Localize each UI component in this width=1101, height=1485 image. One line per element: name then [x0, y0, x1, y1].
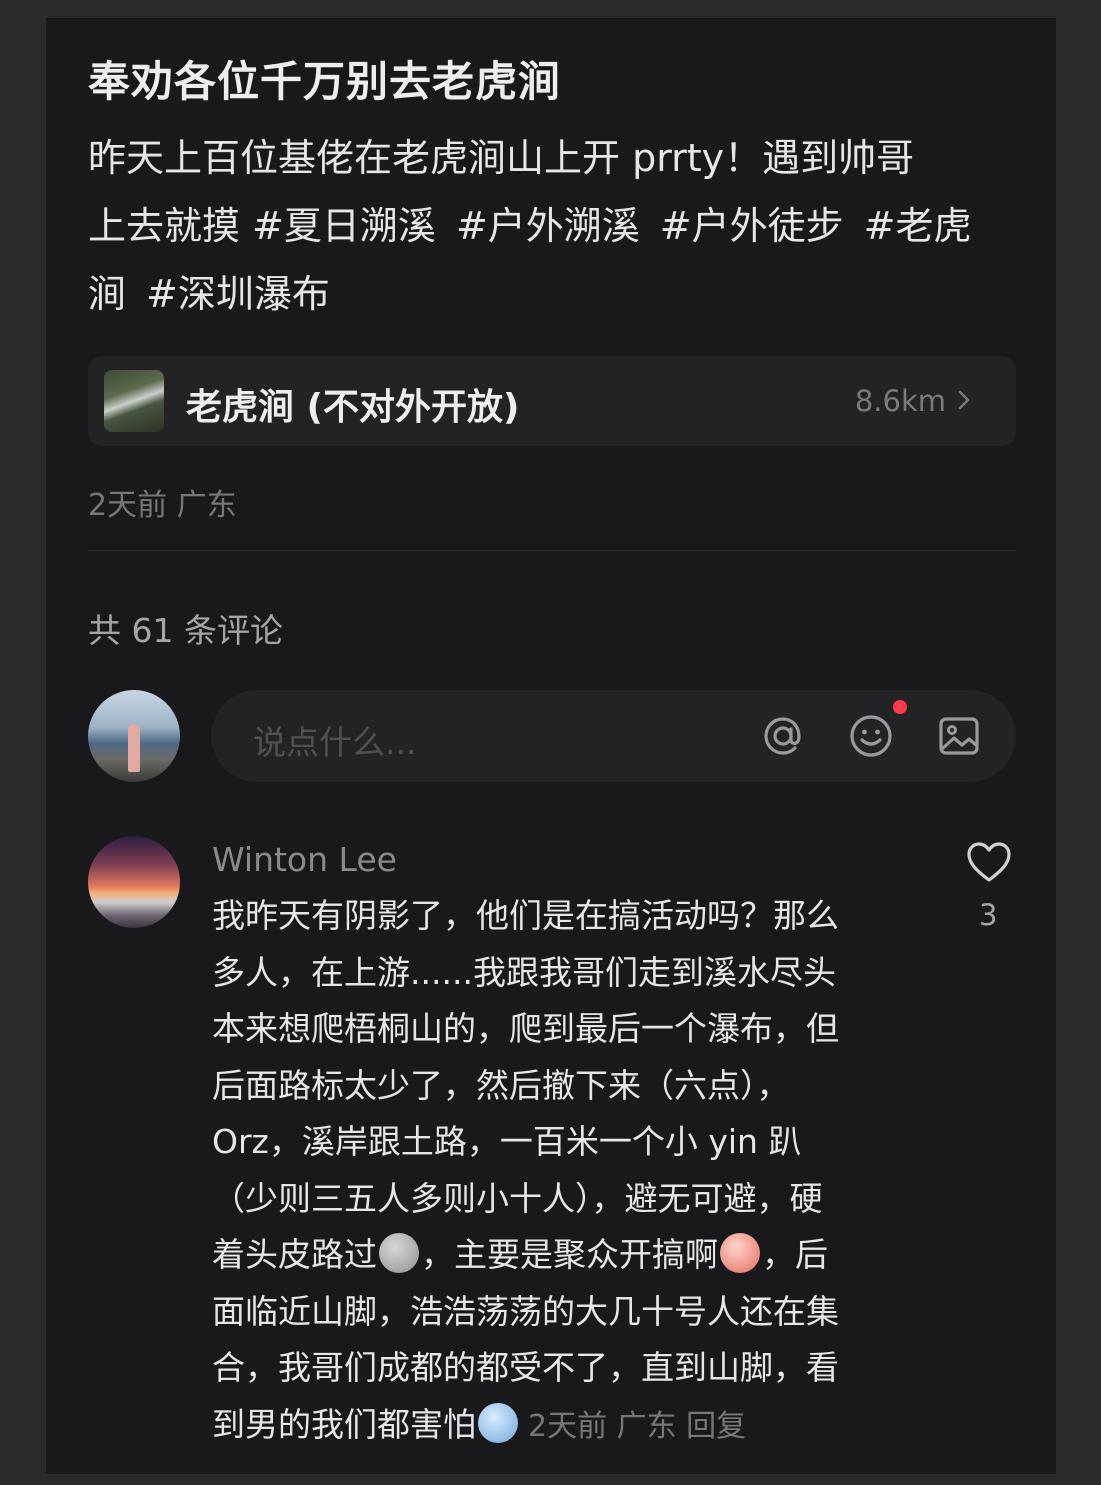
- hashtag-link[interactable]: #深圳瀑布: [146, 272, 330, 316]
- hashtag-link[interactable]: #户外徒步: [660, 204, 844, 248]
- comment-author[interactable]: Winton Lee: [212, 840, 397, 879]
- comment-line: 多人，在上游......我跟我哥们走到溪水尽头: [212, 952, 836, 992]
- location-card[interactable]: 老虎涧 (不对外开放) 8.6km: [88, 356, 1016, 446]
- crying-emoji-icon: [720, 1233, 760, 1273]
- avatar-figure: [128, 724, 140, 772]
- comment-count: 共 61 条评论: [88, 611, 283, 650]
- location-distance: 8.6km: [854, 384, 946, 418]
- comment-text-segment: ，后: [762, 1235, 828, 1274]
- comment-input-placeholder: 说点什么...: [253, 723, 417, 762]
- comment-line: Orz，溪岸跟土路，一百米一个小 yin 趴: [212, 1122, 802, 1161]
- divider: [88, 550, 1016, 551]
- hashtag-link[interactable]: #户外溯溪: [456, 204, 640, 248]
- heart-icon[interactable]: [964, 838, 1014, 888]
- comment-text: 我昨天有阴影了，他们是在搞活动吗？那么 多人，在上游......我跟我哥们走到溪…: [212, 888, 924, 1455]
- sweat-emoji-icon: [379, 1233, 419, 1273]
- comment-line: 着头皮路过 ，主要是聚众开搞啊 ，后: [212, 1227, 924, 1284]
- comment-input[interactable]: 说点什么...: [211, 690, 1016, 782]
- avatar[interactable]: [88, 690, 180, 782]
- comment-line: 合，我哥们成都的都受不了，直到山脚，看: [212, 1348, 839, 1387]
- avatar[interactable]: [88, 836, 180, 928]
- comment-text-segment: 到男的我们都害怕: [212, 1404, 476, 1444]
- hashtag-link[interactable]: #夏日溯溪: [252, 204, 436, 248]
- at-icon[interactable]: [759, 712, 807, 760]
- post-body-line: 上去就摸 #夏日溯溪 #户外溯溪 #户外徒步 #老虎涧 #深圳瀑布: [88, 192, 1028, 328]
- location-thumbnail: [104, 370, 164, 432]
- post-body-line: 昨天上百位基佬在老虎涧山上开 prrty！遇到帅哥: [88, 136, 915, 180]
- post-meta: 2天前 广东: [88, 488, 237, 523]
- comment-meta[interactable]: 2天前 广东 回复: [528, 1409, 746, 1444]
- location-name: 老虎涧 (不对外开放): [186, 387, 520, 428]
- comment-line: 我昨天有阴影了，他们是在搞活动吗？那么: [212, 896, 839, 935]
- comment-line: 到男的我们都害怕 2天前 广东 回复: [212, 1397, 924, 1456]
- post-body: 昨天上百位基佬在老虎涧山上开 prrty！遇到帅哥 上去就摸 #夏日溯溪 #户外溯…: [88, 124, 1028, 328]
- scared-emoji-icon: [478, 1402, 518, 1443]
- post-detail-screen: 奉劝各位千万别去老虎涧 昨天上百位基佬在老虎涧山上开 prrty！遇到帅哥 上去…: [46, 18, 1056, 1474]
- comment-text-segment: ，主要是聚众开搞啊: [421, 1235, 718, 1274]
- like-count: 3: [979, 898, 998, 932]
- comment-line: 面临近山脚，浩浩荡荡的大几十号人还在集: [212, 1291, 839, 1331]
- comment-text-segment: 着头皮路过: [212, 1235, 377, 1274]
- chevron-right-icon: [958, 390, 970, 410]
- emoji-icon[interactable]: [847, 712, 895, 760]
- comment-line: 本来想爬梧桐山的，爬到最后一个瀑布，但: [212, 1009, 839, 1048]
- notification-dot: [893, 700, 907, 714]
- image-icon[interactable]: [935, 712, 983, 760]
- post-body-text: 上去就摸: [88, 204, 253, 248]
- comment-line: 后面路标太少了，然后撤下来（六点），: [212, 1065, 790, 1105]
- post-title: 奉劝各位千万别去老虎涧: [88, 57, 562, 106]
- comment-line: （少则三五人多则小十人），避无可避，硬: [212, 1178, 823, 1218]
